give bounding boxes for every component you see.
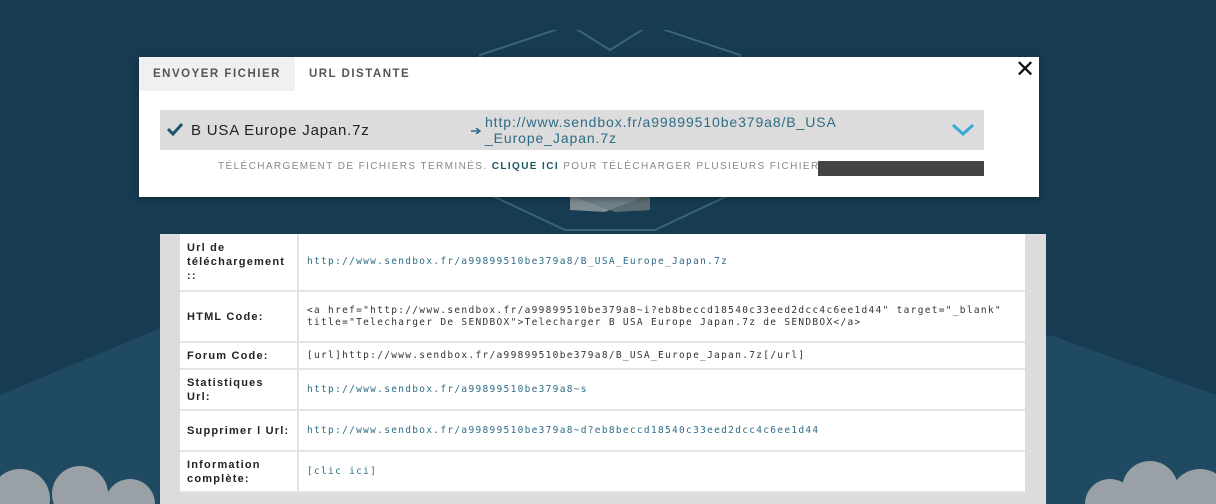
row-label-html-code: HTML Code: <box>180 291 299 343</box>
file-info-table: Url de téléchargement :: http://www.send… <box>180 234 1025 493</box>
file-download-link[interactable]: http://www.sendbox.fr/a99899510be379a8/B… <box>485 114 845 146</box>
supprimer-url-link[interactable]: http://www.sendbox.fr/a99899510be379a8~d… <box>307 425 819 436</box>
upload-status: TÉLÉCHARGEMENT DE FICHIERS TERMINÉS. CLI… <box>218 161 832 172</box>
forum-code-value[interactable]: [url]http://www.sendbox.fr/a99899510be37… <box>298 342 1025 370</box>
tab-bar: ENVOYER FICHIER URL DISTANTE <box>139 57 424 91</box>
clique-ici-link[interactable]: CLIQUE ICI <box>492 161 559 172</box>
arrow-right-icon <box>471 128 481 134</box>
table-row: Url de téléchargement :: http://www.send… <box>180 234 1025 292</box>
progress-bar <box>818 161 984 176</box>
close-icon[interactable]: ✕ <box>1015 57 1035 81</box>
tab-envoyer-fichier[interactable]: ENVOYER FICHIER <box>139 57 295 91</box>
upload-modal: ENVOYER FICHIER URL DISTANTE ✕ B USA Eur… <box>139 57 1039 197</box>
table-row: Supprimer l Url: http://www.sendbox.fr/a… <box>180 410 1025 452</box>
information-link[interactable]: [clic ici] <box>307 466 377 477</box>
download-url-link[interactable]: http://www.sendbox.fr/a99899510be379a8/B… <box>307 256 728 267</box>
status-suffix: POUR TÉLÉCHARGER PLUSIEURS FICHIERS. <box>563 161 832 172</box>
check-icon <box>167 122 183 136</box>
uploaded-file-row: B USA Europe Japan.7z http://www.sendbox… <box>160 110 984 150</box>
table-row: HTML Code: <a href="http://www.sendbox.f… <box>180 291 1025 343</box>
table-row: Information complète: [clic ici] <box>180 451 1025 493</box>
file-info-panel: Url de téléchargement :: http://www.send… <box>160 234 1046 504</box>
chevron-down-icon[interactable] <box>952 124 974 136</box>
row-label-information: Information complète: <box>180 451 299 493</box>
table-row: Statistiques Url: http://www.sendbox.fr/… <box>180 369 1025 411</box>
row-label-download-url: Url de téléchargement :: <box>180 234 299 292</box>
row-label-supprimer: Supprimer l Url: <box>180 410 299 452</box>
file-name: B USA Europe Japan.7z <box>191 122 370 139</box>
status-prefix: TÉLÉCHARGEMENT DE FICHIERS TERMINÉS. <box>218 161 488 172</box>
html-code-value[interactable]: <a href="http://www.sendbox.fr/a99899510… <box>298 291 1025 343</box>
row-label-statistiques: Statistiques Url: <box>180 369 299 411</box>
tab-url-distante[interactable]: URL DISTANTE <box>295 57 424 91</box>
row-label-forum-code: Forum Code: <box>180 342 299 370</box>
statistiques-url-link[interactable]: http://www.sendbox.fr/a99899510be379a8~s <box>307 384 588 395</box>
table-row: Forum Code: [url]http://www.sendbox.fr/a… <box>180 342 1025 370</box>
